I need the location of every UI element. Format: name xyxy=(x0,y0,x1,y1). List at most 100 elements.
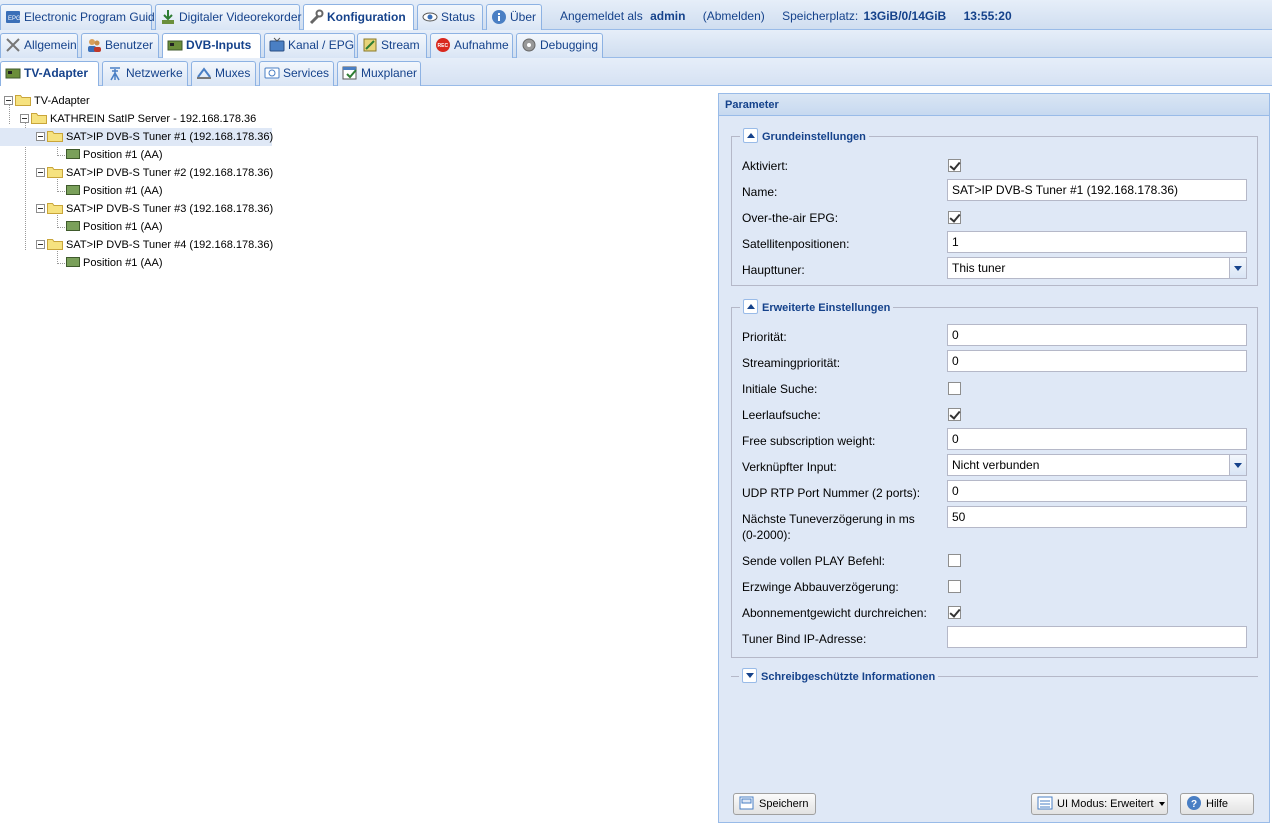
collapse-icon[interactable] xyxy=(36,168,45,177)
tree-tuner-4[interactable]: SAT>IP DVB-S Tuner #4 (192.168.178.36) xyxy=(36,236,273,254)
logout-link[interactable]: (Abmelden) xyxy=(703,9,765,23)
save-button[interactable]: Speichern xyxy=(733,793,816,815)
antenna-icon xyxy=(107,65,123,81)
tab-status[interactable]: Status xyxy=(417,4,483,30)
stream-icon xyxy=(362,37,378,53)
svg-text:EPG: EPG xyxy=(8,16,21,22)
folder-icon xyxy=(47,166,63,178)
verknuepft-select[interactable]: Nicht verbunden xyxy=(947,454,1247,476)
storage-value: 13GiB/0/14GiB xyxy=(863,9,947,23)
name-input[interactable]: SAT>IP DVB-S Tuner #1 (192.168.178.36) xyxy=(947,179,1247,201)
tools-icon xyxy=(5,37,21,53)
collapse-toggle-icon[interactable] xyxy=(743,299,758,314)
help-icon: ? xyxy=(1186,795,1202,811)
tab-allgemein[interactable]: Allgemein xyxy=(0,33,78,58)
tree-tuner-2[interactable]: SAT>IP DVB-S Tuner #2 (192.168.178.36) xyxy=(36,164,273,182)
tab-epg[interactable]: EPG Electronic Program Guide xyxy=(0,4,161,30)
tunedelay-input[interactable]: 50 xyxy=(947,506,1247,528)
clock: 13:55:20 xyxy=(963,9,1012,23)
tab-aufnahme[interactable]: REC Aufnahme xyxy=(430,33,513,58)
gear-icon xyxy=(521,37,537,53)
tab-netzwerke[interactable]: Netzwerke xyxy=(102,61,188,86)
folder-icon xyxy=(47,238,63,250)
panel-title: Parameter xyxy=(719,94,1269,116)
ui-mode-button[interactable]: UI Modus: Erweitert xyxy=(1031,793,1168,815)
fieldset-readonly: Schreibgeschützte Informationen xyxy=(731,668,1258,685)
users-icon xyxy=(86,37,102,53)
session-info: Angemeldet als admin (Abmelden) Speicher… xyxy=(560,9,1012,23)
collapse-icon[interactable] xyxy=(36,132,45,141)
udp-input[interactable]: 0 xyxy=(947,480,1247,502)
tab-tv-adapter[interactable]: TV-Adapter xyxy=(0,61,99,86)
streamprio-input[interactable]: 0 xyxy=(947,350,1247,372)
rec-icon: REC xyxy=(435,37,451,53)
epg-icon: EPG xyxy=(5,9,21,25)
tab-dvr[interactable]: Digitaler Videorekorder xyxy=(155,4,302,30)
svg-text:REC: REC xyxy=(438,43,449,49)
main-nav: EPG Electronic Program Guide Digitaler Vi… xyxy=(0,0,1272,31)
tab-dvb-inputs[interactable]: DVB-Inputs xyxy=(162,33,261,58)
tab-konfiguration[interactable]: Konfiguration xyxy=(303,4,414,31)
bindip-input[interactable] xyxy=(947,626,1247,648)
tree-position[interactable]: Position #1 (AA) xyxy=(66,218,162,236)
tree-tuner-1[interactable]: SAT>IP DVB-S Tuner #1 (192.168.178.36) xyxy=(0,128,273,146)
info-icon xyxy=(491,9,507,25)
fieldset-basic: Grundeinstellungen Aktiviert: Name: SAT>… xyxy=(731,128,1258,286)
satpos-input[interactable]: 1 xyxy=(947,231,1247,253)
wrench-icon xyxy=(308,9,324,25)
abbau-checkbox[interactable] xyxy=(948,580,961,593)
abo-checkbox[interactable] xyxy=(948,606,961,619)
fieldset-advanced: Erweiterte Einstellungen Priorität: 0 St… xyxy=(731,299,1258,658)
collapse-toggle-icon[interactable] xyxy=(743,128,758,143)
tv-card-icon xyxy=(66,257,80,267)
ota-epg-checkbox[interactable] xyxy=(948,211,961,224)
logged-in-label: Angemeldet als xyxy=(560,9,643,23)
folder-icon xyxy=(47,130,63,142)
leerlauf-checkbox[interactable] xyxy=(948,408,961,421)
tree-position[interactable]: Position #1 (AA) xyxy=(66,254,162,272)
tab-muxplaner[interactable]: Muxplaner xyxy=(337,61,421,86)
haupttuner-select[interactable]: This tuner xyxy=(947,257,1247,279)
adapter-tree: TV-Adapter KATHREIN SatIP Server - 192.1… xyxy=(0,90,712,824)
tree-server[interactable]: KATHREIN SatIP Server - 192.168.178.36 xyxy=(20,110,256,128)
tab-services[interactable]: Services xyxy=(259,61,334,86)
tab-debugging[interactable]: Debugging xyxy=(516,33,603,58)
tab-muxes[interactable]: Muxes xyxy=(191,61,256,86)
initiale-checkbox[interactable] xyxy=(948,382,961,395)
tab-kanal-epg[interactable]: Kanal / EPG xyxy=(264,33,355,58)
collapse-icon[interactable] xyxy=(20,114,29,123)
prioritaet-input[interactable]: 0 xyxy=(947,324,1247,346)
svg-text:?: ? xyxy=(1191,799,1197,810)
tab-stream[interactable]: Stream xyxy=(357,33,427,58)
expand-toggle-icon[interactable] xyxy=(742,668,757,683)
parameter-panel: Parameter Grundeinstellungen Aktiviert: … xyxy=(718,93,1270,823)
tab-ueber[interactable]: Über xyxy=(486,4,542,30)
tree-position[interactable]: Position #1 (AA) xyxy=(66,182,162,200)
tv-card-icon xyxy=(167,37,183,53)
chevron-down-icon[interactable] xyxy=(1229,455,1246,475)
folder-icon xyxy=(47,202,63,214)
mux-icon xyxy=(196,65,212,81)
chevron-down-icon[interactable] xyxy=(1229,258,1246,278)
eye-icon xyxy=(422,9,438,25)
calendar-check-icon xyxy=(342,65,358,81)
sendeplay-checkbox[interactable] xyxy=(948,554,961,567)
collapse-icon[interactable] xyxy=(4,96,13,105)
tv-card-icon xyxy=(66,185,80,195)
storage-label: Speicherplatz: xyxy=(782,9,859,23)
aktiviert-checkbox[interactable] xyxy=(948,159,961,172)
help-button[interactable]: ? Hilfe xyxy=(1180,793,1254,815)
chevron-down-icon xyxy=(1158,802,1165,806)
tab-benutzer[interactable]: Benutzer xyxy=(81,33,159,58)
tree-position[interactable]: Position #1 (AA) xyxy=(66,146,162,164)
freesub-input[interactable]: 0 xyxy=(947,428,1247,450)
tv-card-icon xyxy=(66,149,80,159)
collapse-icon[interactable] xyxy=(36,240,45,249)
tree-tuner-3[interactable]: SAT>IP DVB-S Tuner #3 (192.168.178.36) xyxy=(36,200,273,218)
fieldset-legend: Grundeinstellungen xyxy=(740,128,869,145)
tree-root[interactable]: TV-Adapter xyxy=(4,92,90,110)
list-icon xyxy=(1037,795,1053,811)
tv-icon xyxy=(269,37,285,53)
dvb-subnav: TV-Adapter Netzwerke Muxes Services Muxp… xyxy=(0,58,1272,86)
collapse-icon[interactable] xyxy=(36,204,45,213)
